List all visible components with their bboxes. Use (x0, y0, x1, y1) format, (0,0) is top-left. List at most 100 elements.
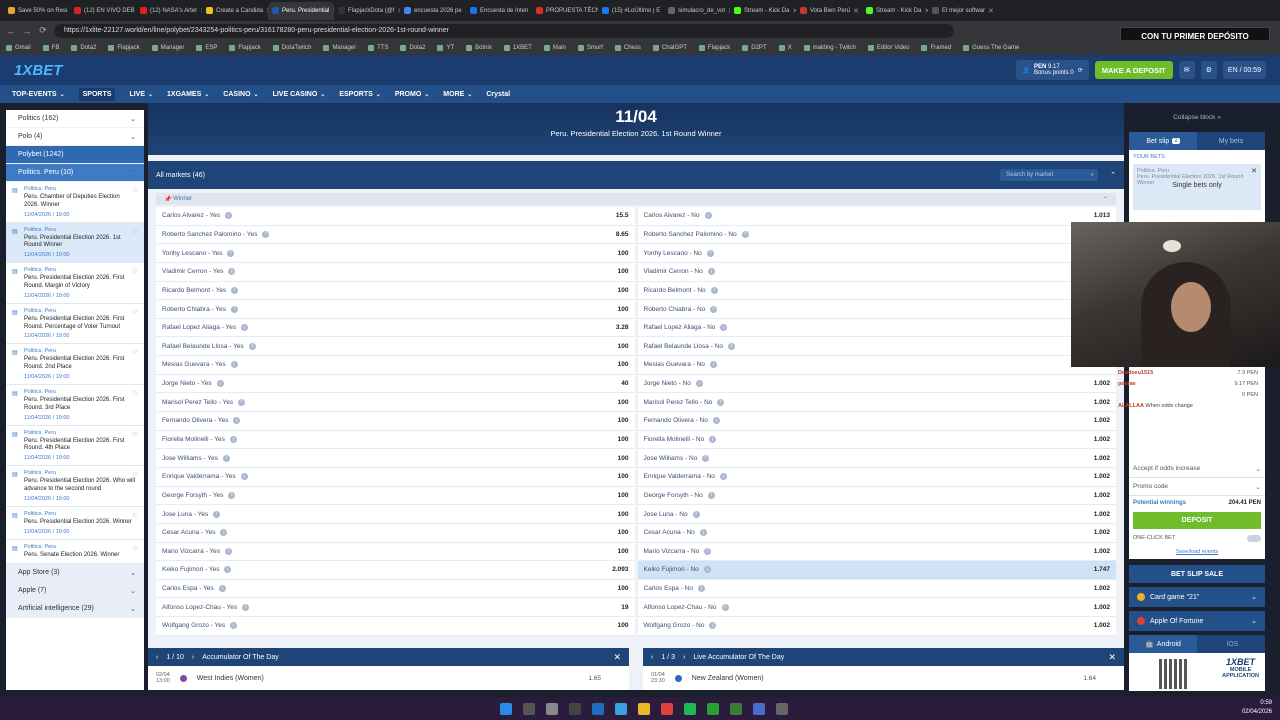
browser-tab[interactable]: Vota Bien Perú ✕ (796, 2, 862, 20)
star-icon[interactable]: ☆ (132, 227, 138, 235)
tab-bet-slip[interactable]: Bet slip 2 (1129, 132, 1197, 150)
info-icon[interactable]: i (233, 417, 241, 425)
all-markets-label[interactable]: All markets (46) (156, 172, 205, 179)
browser-tab[interactable]: encuesta 2026 pe✕ (400, 2, 466, 20)
close-icon[interactable]: ✕ (613, 652, 621, 663)
info-icon[interactable]: i (699, 529, 707, 537)
start-icon[interactable] (500, 702, 512, 715)
sidebar-event[interactable]: ▤ Politics. Peru Peru. Senate Election 202… (6, 540, 144, 565)
odds-cell[interactable]: Vladimir Cerron - Yes i 100 (156, 262, 635, 282)
bookmark-item[interactable]: Manager (323, 44, 356, 51)
info-icon[interactable]: i (238, 398, 246, 406)
odds-cell[interactable]: Roberto Chiabra - Yes i 100 (156, 300, 635, 319)
nav-item-live-casino[interactable]: LIVE CASINO ⌄ (273, 91, 326, 98)
nav-item-1xgames[interactable]: 1XGAMES ⌄ (167, 91, 209, 98)
settings-icon[interactable]: ⚙ (1200, 61, 1217, 79)
info-icon[interactable]: i (228, 491, 236, 499)
browser-tab[interactable]: Encuesta de Inten✕ (466, 2, 532, 20)
bookmark-item[interactable]: Flapjack (108, 44, 140, 51)
info-icon[interactable]: i (216, 380, 224, 388)
info-icon[interactable]: i (741, 230, 749, 238)
refresh-icon[interactable]: ⟳ (1078, 67, 1083, 74)
odds-cell[interactable]: Jorge Nieto - Yes i 40 (156, 374, 635, 394)
info-icon[interactable]: i (712, 417, 720, 425)
info-icon[interactable]: i (230, 622, 238, 630)
mail-icon[interactable]: ✉ (1178, 61, 1195, 79)
sidebar-event[interactable]: ▤ Politics. Peru Peru. Chamber of Deputies… (6, 182, 144, 223)
app-icon[interactable] (776, 702, 788, 715)
info-icon[interactable]: i (702, 454, 710, 462)
market-group-header[interactable]: 📌 Winner ⌃ (156, 193, 1116, 205)
odds-cell[interactable]: Rafael Lopez Aliaga - Yes i 3.28 (156, 318, 635, 338)
sidebar-event[interactable]: ▤ Politics. Peru Peru. Presidential Electi… (6, 222, 144, 264)
qr-code[interactable] (1159, 659, 1189, 689)
odds-cell[interactable]: Fiorella Molinelli - No i 1.002 (637, 430, 1116, 450)
info-icon[interactable]: i (240, 473, 248, 481)
info-icon[interactable]: i (248, 342, 256, 350)
odds-cell[interactable]: Keiko Fujimori - No i 1.747 (637, 561, 1116, 580)
search-icon[interactable] (523, 702, 535, 715)
info-icon[interactable]: i (728, 342, 735, 350)
prev-icon[interactable]: ‹ (651, 654, 653, 661)
odds-cell[interactable]: Enrique Valderrama - Yes i 100 (156, 467, 635, 487)
info-icon[interactable]: i (228, 268, 236, 276)
browser-tab[interactable]: Stream - Kick Da ✕ (730, 2, 796, 20)
odds-cell[interactable]: Carlos Espa - No i 1.002 (637, 579, 1116, 599)
info-icon[interactable]: i (710, 286, 718, 294)
odds-cell[interactable]: Yonhy Lescano - Yes i 100 (156, 244, 635, 263)
prev-icon[interactable]: ‹ (156, 654, 158, 661)
odds-cell[interactable]: Carlos Alvarez - Yes i 15.5 (156, 207, 635, 226)
odds-cell[interactable]: Jose Luna - No i 1.002 (637, 505, 1116, 524)
spotify-icon[interactable] (684, 702, 696, 715)
info-icon[interactable]: i (721, 603, 729, 611)
info-icon[interactable]: i (703, 566, 711, 574)
star-icon[interactable]: ☆ (132, 511, 138, 519)
card-game-21-row[interactable]: Card game "21" ⌄ (1129, 587, 1265, 607)
odds-cell[interactable]: Fernando Olivera - Yes i 100 (156, 412, 635, 431)
odds-cell[interactable]: Cesar Acuna - No i 1.002 (637, 523, 1116, 543)
browser-tab[interactable]: (12) EN VIVO DEB✕ (70, 2, 136, 20)
sidebar-category[interactable]: Polybet (1242) ⌃ (6, 146, 144, 164)
info-icon[interactable]: i (719, 473, 727, 481)
info-icon[interactable]: i (223, 454, 230, 462)
sidebar-event[interactable]: ▤ Politics. Peru Peru. Presidential Electi… (6, 385, 144, 426)
info-icon[interactable]: i (698, 585, 705, 593)
browser-tab[interactable]: Create a Candida✕ (202, 2, 268, 20)
nav-item-crystal[interactable]: Crystal (486, 91, 510, 98)
star-icon[interactable]: ☆ (132, 544, 138, 552)
make-deposit-button[interactable]: MAKE A DEPOSIT (1094, 61, 1173, 79)
steam-icon[interactable] (592, 702, 604, 715)
bookmark-item[interactable]: Gmail (6, 44, 31, 51)
odds-cell[interactable]: Fernando Olivera - No i 1.002 (637, 412, 1116, 431)
close-icon[interactable]: ✕ (988, 7, 994, 15)
odds-change-select[interactable]: Accept if odds increase ⌄ (1129, 460, 1265, 478)
folder-icon[interactable] (638, 702, 650, 715)
browser-tab[interactable]: FlapjackDota (@f✕ (334, 2, 400, 20)
browser-tab[interactable]: Peru. Presidential✕ (268, 1, 334, 20)
next-icon[interactable]: › (683, 654, 685, 661)
info-icon[interactable]: i (695, 380, 703, 388)
odds-cell[interactable]: Jose Williams - No i 1.002 (637, 449, 1116, 468)
odds-cell[interactable]: Rafael Lopez Aliaga - No i (637, 318, 1116, 338)
site-logo[interactable]: 1XBET (14, 62, 62, 79)
info-icon[interactable]: i (225, 212, 233, 220)
nav-item-top-events[interactable]: TOP-EVENTS ⌄ (12, 91, 65, 98)
bookmark-item[interactable]: Chess (614, 44, 641, 51)
sidebar-category[interactable]: App Store (3) ⌄ (6, 564, 144, 583)
info-icon[interactable]: i (717, 398, 725, 406)
odds-cell[interactable]: Jose Williams - Yes i 100 (156, 449, 635, 468)
one-click-bet-toggle[interactable]: ONE-CLICK BET (1129, 531, 1265, 545)
odds-cell[interactable]: Enrique Valderrama - No i 1.002 (637, 467, 1116, 487)
bookmark-item[interactable]: Dota2 (400, 44, 425, 51)
bookmark-item[interactable]: Flapjack (698, 44, 730, 51)
odds-cell[interactable]: George Forsyth - No i 1.002 (637, 486, 1116, 506)
info-icon[interactable]: i (224, 566, 232, 574)
odds-cell[interactable]: Jorge Nieto - No i 1.002 (637, 374, 1116, 394)
url-input[interactable]: https://1xlite-22127.world/en/line/polyb… (54, 23, 954, 38)
info-icon[interactable]: i (227, 249, 235, 257)
star-icon[interactable]: ☆ (132, 470, 138, 478)
sidebar-event[interactable]: ▤ Politics. Peru Peru. Presidential Electi… (6, 263, 144, 304)
close-icon[interactable]: ✕ (853, 7, 859, 15)
bookmark-item[interactable]: Guess The Game (963, 44, 1019, 51)
odds-cell[interactable]: Fiorella Molinelli - Yes i 100 (156, 430, 635, 450)
